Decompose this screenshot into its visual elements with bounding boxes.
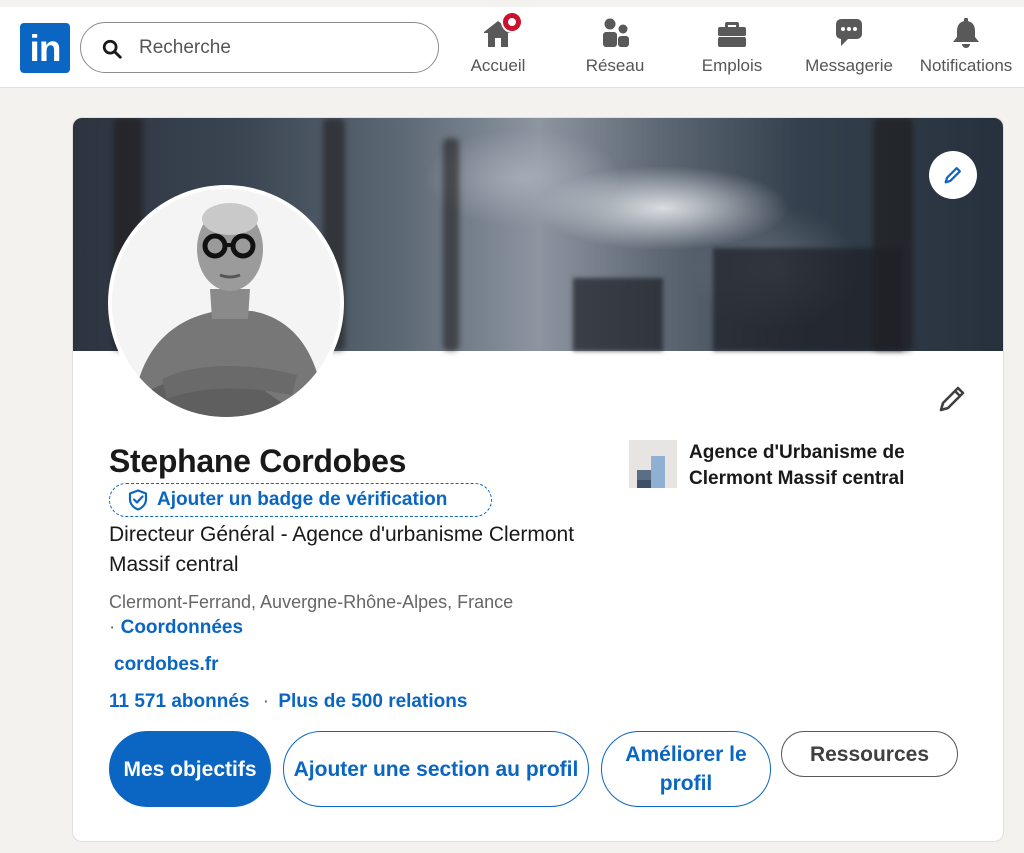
separator-dot: · [109, 617, 116, 638]
connections-link[interactable]: Plus de 500 relations [278, 691, 467, 712]
chat-icon [832, 16, 866, 50]
nav-label: Réseau [585, 56, 645, 75]
profile-location: Clermont-Ferrand, Auvergne-Rhône-Alpes, … [109, 592, 514, 612]
top-strip [0, 0, 1024, 7]
profile-photo-image [112, 189, 340, 417]
profile-stats: 11 571 abonnés · Plus de 500 relations [109, 691, 467, 713]
my-goals-button[interactable]: Mes objectifs [109, 731, 271, 807]
followers-link[interactable]: 11 571 abonnés [109, 691, 249, 712]
add-profile-section-button[interactable]: Ajouter une section au profil [283, 731, 589, 807]
profile-name: Stephane Cordobes [109, 443, 407, 479]
separator-dot: · [262, 691, 270, 712]
nav-item-notifications[interactable]: Notifications [912, 16, 1020, 80]
company-name: Agence d'Urbanisme de Clermont Massif ce… [689, 442, 905, 489]
nav-item-network[interactable]: Réseau [583, 16, 647, 80]
shield-check-icon [128, 489, 148, 511]
search-icon [102, 39, 122, 59]
briefcase-icon [715, 16, 749, 50]
nav-label: Notifications [919, 56, 1013, 75]
home-icon [481, 11, 523, 50]
notification-dot [501, 11, 523, 33]
profile-card: Stephane Cordobes Ajouter un badge de vé… [72, 117, 1004, 842]
search-input[interactable] [139, 33, 419, 63]
nav-item-messaging[interactable]: Messagerie [800, 16, 898, 80]
contact-info-link[interactable]: Coordonnées [121, 617, 243, 638]
linkedin-logo[interactable]: in [20, 23, 70, 73]
nav-label: Accueil [470, 56, 526, 75]
website-link[interactable]: cordobes.fr [114, 654, 219, 676]
cover-tree [443, 138, 459, 351]
edit-intro-button[interactable] [934, 381, 970, 417]
pencil-icon [939, 386, 965, 412]
top-navigation-bar: in Accueil Réseau [0, 0, 1024, 88]
nav-item-jobs[interactable]: Emplois [698, 16, 766, 80]
company-logo [629, 440, 677, 488]
verify-label: Ajouter un badge de vérification [157, 489, 448, 510]
cover-building [573, 278, 663, 351]
add-verification-badge-button[interactable]: Ajouter un badge de vérification [109, 483, 492, 517]
network-icon [598, 16, 632, 50]
nav-label: Messagerie [805, 56, 893, 75]
resources-button[interactable]: Ressources [781, 731, 958, 777]
current-company[interactable]: Agence d'Urbanisme de Clermont Massif ce… [629, 438, 949, 498]
pencil-icon [944, 167, 961, 184]
edit-cover-button[interactable] [929, 151, 977, 199]
bell-icon [949, 16, 983, 50]
profile-photo[interactable] [108, 185, 344, 421]
contact-info-line: · Coordonnées [109, 617, 243, 639]
nav-item-home[interactable]: Accueil [467, 11, 529, 80]
nav-label: Emplois [701, 56, 763, 75]
profile-headline: Directeur Général - Agence d'urbanisme C… [109, 523, 575, 576]
cover-building [713, 248, 903, 351]
search-box[interactable] [80, 22, 439, 73]
improve-profile-button[interactable]: Améliorer le profil [601, 731, 771, 807]
